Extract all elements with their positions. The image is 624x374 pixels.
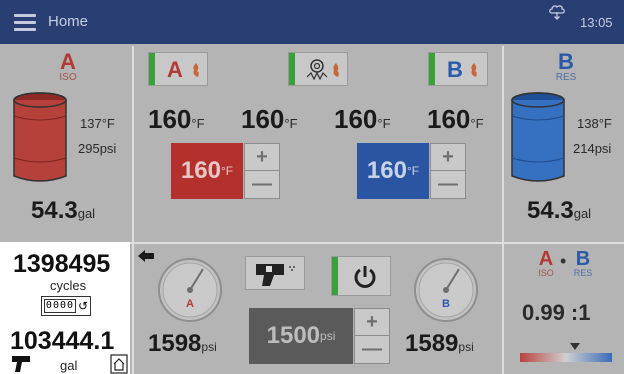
pressure-gauge-b: B [414,258,478,322]
hose-temp-2: 160 [334,104,378,134]
res-tank-icon [511,92,565,182]
setpoint-b-display[interactable]: 160 °F [357,143,429,199]
hose-temp-2-unit: °F [377,116,391,131]
res-pressure-unit: psi [594,141,612,156]
setpoint-b-value: 160 [366,157,407,184]
ratio-value: 0.99 :1 [522,300,591,325]
iso-volume: 54.3 [31,197,78,224]
page-title: Home [48,13,89,30]
reset-counter-button[interactable]: 0000 ↺ [41,296,91,316]
heater-a-temp: 160 [148,104,192,134]
iso-temp: 137 [80,116,102,131]
hose-temp-unit: °F [284,116,298,131]
res-letter: B [558,49,574,74]
hamburger-menu-icon[interactable] [14,14,36,31]
gallons-label: gal [60,358,78,373]
power-icon [354,266,376,288]
heat-flame-icon [193,63,199,77]
heater-b-temp: 160 [427,104,471,134]
res-volume: 54.3 [527,197,574,224]
cloud-download-icon[interactable] [548,4,566,20]
cycle-count: 1398495 [13,250,111,278]
iso-volume-unit: gal [77,206,96,221]
home-lock-icon[interactable] [110,354,128,374]
setpoint-a-increase-button[interactable]: + [245,144,279,171]
heater-b-temp-unit: °F [470,116,484,131]
heater-b-button[interactable]: B [428,52,488,86]
reset-counter-digits: 0000 [43,299,77,313]
ratio-indicator-bar [520,343,612,362]
power-button[interactable] [331,256,391,296]
heater-a-letter: A [167,57,183,82]
ratio-a-sub: ISO [538,268,554,278]
res-temp-unit: °F [598,116,612,131]
spray-gun-icon [256,264,295,286]
res-volume-unit: gal [573,206,592,221]
pressure-gauge-a: A [158,258,222,322]
gauge-b-value: 1589 [405,330,459,357]
pressure-setpoint-display[interactable]: 1500 psi [249,308,353,364]
hose-heater-icon [306,59,328,81]
ratio-b-sub: RES [573,268,593,278]
pressure-decrease-button[interactable]: — [355,336,389,363]
pressure-setpoint-unit: psi [320,329,336,343]
pressure-setpoint-value: 1500 [266,322,321,349]
heater-a-button[interactable]: A [148,52,208,86]
iso-letter: A [60,49,76,74]
counter-panel[interactable]: 1398495 cycles 0000 ↺ 103444.1 gal [0,242,130,374]
iso-sub: ISO [59,72,77,83]
setpoint-a-value: 160 [180,157,221,184]
heat-flame-icon [333,63,339,77]
setpoint-b-unit: °F [406,164,420,178]
setpoint-b-increase-button[interactable]: + [431,144,465,171]
gauge-a-value: 1598 [148,330,202,357]
setpoint-a-stepper[interactable]: + — [244,143,280,199]
hose-temp: 160 [241,104,285,134]
pressure-setpoint-stepper[interactable]: + — [354,308,390,364]
iso-pressure-unit: psi [99,141,117,156]
spray-gun-icon [12,356,30,372]
pressure-increase-button[interactable]: + [355,309,389,336]
cycles-label: cycles [50,278,87,293]
gauge-b-letter: B [442,298,450,310]
iso-temp-unit: °F [101,116,115,131]
heater-a-temp-unit: °F [191,116,205,131]
iso-pressure: 295 [78,141,100,156]
res-pressure: 214 [573,141,595,156]
ratio-b-letter: B [575,248,591,270]
ratio-dot: • [560,251,567,271]
spray-gun-button[interactable] [245,256,305,290]
clock: 13:05 [580,15,613,30]
setpoint-a-display[interactable]: 160 °F [171,143,243,199]
res-temp: 138 [577,116,599,131]
ratio-a-letter: A [538,248,554,270]
iso-tank-icon [13,92,67,182]
gauge-a-unit: psi [201,340,217,354]
heater-b-letter: B [447,57,463,82]
reset-icon: ↺ [78,299,89,313]
res-sub: RES [555,72,577,83]
setpoint-b-stepper[interactable]: + — [430,143,466,199]
hose-heater-button[interactable] [288,52,348,86]
heat-flame-icon [471,63,477,77]
top-bar: Home 13:05 [0,0,624,44]
gallon-count: 103444.1 [10,327,115,355]
setpoint-a-decrease-button[interactable]: — [245,171,279,198]
arrow-left-icon [138,250,154,262]
setpoint-a-unit: °F [220,164,234,178]
gauge-b-unit: psi [458,340,474,354]
setpoint-b-decrease-button[interactable]: — [431,171,465,198]
gauge-a-letter: A [186,298,194,310]
